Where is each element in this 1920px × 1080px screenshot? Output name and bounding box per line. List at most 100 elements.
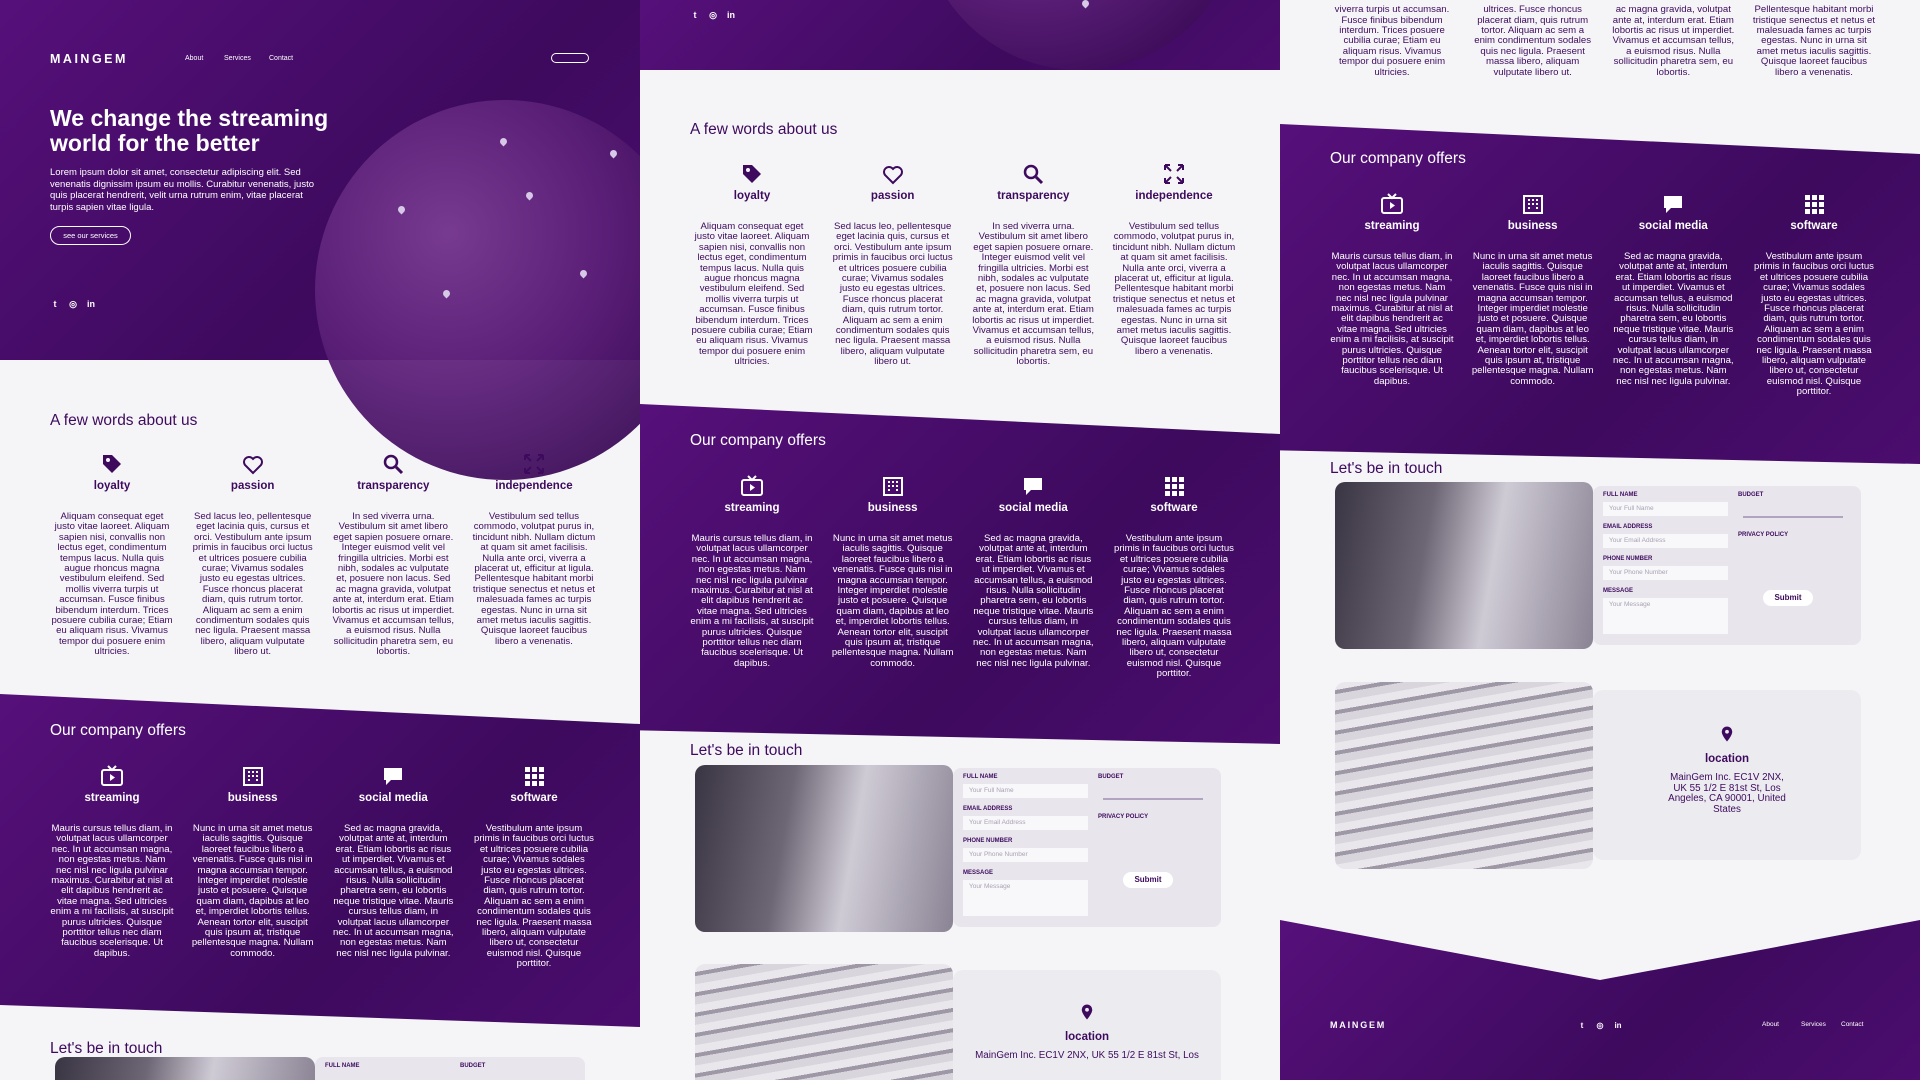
instagram-icon[interactable]: ◎ [1595, 1021, 1605, 1030]
offer-item: social media Sed ac magna gravida, volut… [331, 764, 455, 970]
about-item-text: In sed viverra urna. Vestibulum sit amet… [332, 511, 455, 658]
tv-icon [741, 475, 763, 496]
message-input[interactable]: Your Message [1603, 598, 1728, 634]
privacy-policy-label: PRIVACY POLICY [1738, 532, 1789, 538]
about-section: A few words about us loyalty Aliquam con… [640, 70, 1280, 410]
about-item-text: viverra turpis ut accumsan. Fusce finibu… [1334, 4, 1450, 78]
about-item: passion Sed lacus leo, pellentesque eget… [831, 162, 955, 368]
footer-nav-contact[interactable]: Contact [1841, 1021, 1863, 1028]
instagram-icon[interactable]: ◎ [708, 10, 718, 21]
phone-input[interactable]: Your Phone Number [1603, 566, 1728, 580]
full-name-label: FULL NAME [963, 774, 998, 780]
phone-label: PHONE NUMBER [1603, 556, 1653, 562]
building-photo [695, 964, 953, 1080]
message-label: MESSAGE [963, 870, 994, 876]
footer-logo[interactable]: MAINGEM [1330, 1020, 1386, 1030]
hero-section: MAINGEM About Services Contact We change… [0, 0, 640, 480]
contact-form: FULL NAME BUDGET [315, 1057, 585, 1080]
heart-icon [882, 166, 903, 185]
grid-icon [1804, 195, 1824, 214]
offers-section: Our company offers streaming Mauris curs… [0, 694, 640, 1034]
offer-item: social media Sed ac magna gravida, volut… [1611, 192, 1735, 398]
offer-item: streaming Mauris cursus tellus diam, in … [1330, 192, 1454, 398]
twitter-icon[interactable]: t [50, 299, 60, 310]
about-item: ultrices. Fusce rhoncus placerat diam, q… [1471, 0, 1595, 78]
linkedin-icon[interactable]: in [726, 10, 736, 21]
offer-item: software Vestibulum ante ipsum primis in… [1752, 192, 1876, 398]
about-section: viverra turpis ut accumsan. Fusce finibu… [1280, 0, 1920, 135]
submit-button[interactable]: Submit [1123, 872, 1173, 888]
about-item: loyalty Aliquam consequat eget justo vit… [690, 162, 814, 368]
offer-item-text: Mauris cursus tellus diam, in volutpat l… [50, 823, 174, 959]
twitter-icon[interactable]: t [690, 10, 700, 21]
about-item-title: passion [230, 480, 275, 492]
full-name-input[interactable]: Your Full Name [963, 784, 1088, 798]
instagram-icon[interactable]: ◎ [68, 299, 78, 310]
twitter-icon[interactable]: t [1577, 1021, 1587, 1030]
footer-nav-about[interactable]: About [1762, 1021, 1779, 1028]
about-item-title: loyalty [93, 480, 131, 492]
location-title: location [1064, 1031, 1110, 1043]
linkedin-icon[interactable]: in [1613, 1021, 1623, 1030]
tag-icon [743, 165, 761, 183]
budget-label: BUDGET [460, 1063, 486, 1069]
offers-heading: Our company offers [50, 722, 186, 739]
social-links: t ◎ in [50, 299, 96, 310]
email-input[interactable]: Your Email Address [1603, 534, 1728, 548]
message-input[interactable]: Your Message [963, 880, 1088, 916]
about-item: Pellentesque habitant morbi tristique se… [1752, 0, 1876, 78]
offers-heading: Our company offers [690, 432, 826, 449]
contact-form: FULL NAME Your Full Name EMAIL ADDRESS Y… [953, 768, 1221, 927]
search-icon [384, 454, 404, 475]
offer-item: software Vestibulum ante ipsum primis in… [472, 764, 596, 970]
contact-heading: Let's be in touch [1330, 460, 1443, 477]
email-input[interactable]: Your Email Address [963, 816, 1088, 830]
budget-slider[interactable] [1103, 798, 1203, 800]
about-columns: loyalty Aliquam consequat eget justo vit… [690, 162, 1236, 368]
full-name-input[interactable]: Your Full Name [1603, 502, 1728, 516]
about-columns: viverra turpis ut accumsan. Fusce finibu… [1330, 0, 1876, 78]
offer-item: software Vestibulum ante ipsum primis in… [1112, 474, 1236, 680]
offer-item-title: business [227, 792, 278, 804]
tv-icon [101, 765, 123, 786]
about-columns: loyalty Aliquam consequat eget justo vit… [50, 452, 596, 658]
nav-contact[interactable]: Contact [269, 55, 293, 62]
budget-slider[interactable] [1743, 516, 1843, 518]
about-item-text: Vestibulum sed tellus commodo, volutpat … [1112, 221, 1236, 357]
about-heading: A few words about us [50, 412, 198, 429]
about-item-title: independence [495, 480, 573, 492]
full-name-label: FULL NAME [325, 1063, 360, 1069]
offers-heading: Our company offers [1330, 150, 1466, 167]
header-cta-button[interactable] [551, 53, 589, 63]
footer-nav-services[interactable]: Services [1801, 1021, 1826, 1028]
team-photo [695, 765, 953, 932]
phone-input[interactable]: Your Phone Number [963, 848, 1088, 862]
message-label: MESSAGE [1603, 588, 1634, 594]
chat-icon [1024, 478, 1043, 495]
offers-section: Our company offers streaming Mauris curs… [1280, 124, 1920, 464]
offer-item-title: social media [358, 792, 428, 804]
location-title: location [1704, 753, 1750, 765]
brand-logo[interactable]: MAINGEM [50, 52, 128, 66]
offer-item-text: Sed ac magna gravida, volutpat ante at, … [1613, 251, 1734, 387]
email-label: EMAIL ADDRESS [1603, 524, 1653, 530]
email-label: EMAIL ADDRESS [963, 806, 1013, 812]
expand-icon [523, 454, 544, 474]
about-item: ac magna gravida, volutpat ante at, inte… [1611, 0, 1735, 78]
social-links: t ◎ in [690, 10, 736, 21]
submit-button[interactable]: Submit [1763, 590, 1813, 606]
about-item-text: Sed lacus leo, pellentesque eget lacinia… [832, 221, 953, 368]
offer-item-title: software [1150, 502, 1198, 514]
offer-item: business Nunc in urna sit amet metus iac… [191, 764, 315, 970]
location-address: MainGem Inc. EC1V 2NX, UK 55 1/2 E 81st … [975, 1050, 1199, 1061]
contact-section: Let's be in touch FULL NAME Your Full Na… [640, 720, 1280, 1080]
offer-item-title: business [1507, 220, 1558, 232]
offer-item: streaming Mauris cursus tellus diam, in … [690, 474, 814, 680]
offer-item-text: Mauris cursus tellus diam, in volutpat l… [1330, 251, 1454, 387]
linkedin-icon[interactable]: in [86, 299, 96, 310]
see-services-button[interactable]: see our services [50, 226, 131, 245]
location-address: MainGem Inc. EC1V 2NX, UK 55 1/2 E 81st … [1668, 772, 1786, 815]
nav-services[interactable]: Services [224, 55, 251, 62]
nav-about[interactable]: About [185, 55, 203, 62]
search-icon [1024, 164, 1044, 185]
